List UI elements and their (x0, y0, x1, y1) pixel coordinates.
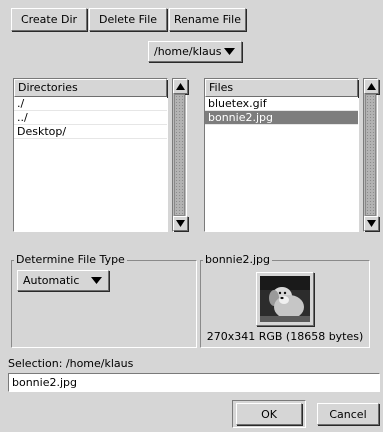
selection-label: Selection: /home/klaus (8, 357, 134, 370)
selection-input[interactable]: bonnie2.jpg (8, 373, 380, 392)
create-dir-button[interactable]: Create Dir (11, 8, 87, 31)
directories-header: Directories (14, 79, 167, 97)
dropdown-triangle-icon (224, 48, 235, 55)
file-type-value: Automatic (23, 274, 80, 287)
files-body: bluetex.gif bonnie2.jpg (205, 97, 358, 231)
dropdown-triangle-icon (91, 277, 102, 284)
file-type-menu[interactable]: Automatic (17, 270, 109, 291)
files-header: Files (205, 79, 358, 97)
down-arrow-icon[interactable] (173, 216, 188, 231)
dog-photo-thumbnail (260, 276, 310, 322)
list-item-selected[interactable]: bonnie2.jpg (205, 111, 358, 125)
path-menu-value: /home/klaus (154, 45, 222, 58)
files-list[interactable]: Files bluetex.gif bonnie2.jpg (204, 78, 359, 232)
preview-title: bonnie2.jpg (203, 253, 272, 266)
list-item[interactable]: bluetex.gif (205, 97, 358, 111)
cancel-button[interactable]: Cancel (317, 403, 379, 425)
preview-info: 270x341 RGB (18658 bytes) (206, 330, 364, 343)
rename-file-button[interactable]: Rename File (169, 8, 246, 31)
directories-scrollbar[interactable] (172, 78, 188, 232)
ok-button[interactable]: OK (236, 403, 302, 425)
delete-file-button[interactable]: Delete File (89, 8, 167, 31)
scrollbar-trough[interactable] (365, 94, 376, 216)
list-item[interactable]: ../ (14, 111, 167, 125)
up-arrow-icon[interactable] (364, 79, 379, 94)
preview-thumbnail-button[interactable] (256, 272, 314, 326)
scrollbar-trough[interactable] (174, 94, 185, 216)
down-arrow-icon[interactable] (364, 216, 379, 231)
directories-body: ./ ../ Desktop/ (14, 97, 167, 231)
up-arrow-icon[interactable] (173, 79, 188, 94)
list-item[interactable]: Desktop/ (14, 125, 167, 139)
list-item[interactable]: ./ (14, 97, 167, 111)
files-scrollbar[interactable] (363, 78, 379, 232)
file-type-title: Determine File Type (14, 253, 127, 266)
directories-list[interactable]: Directories ./ ../ Desktop/ (13, 78, 168, 232)
path-menu[interactable]: /home/klaus (148, 41, 242, 62)
